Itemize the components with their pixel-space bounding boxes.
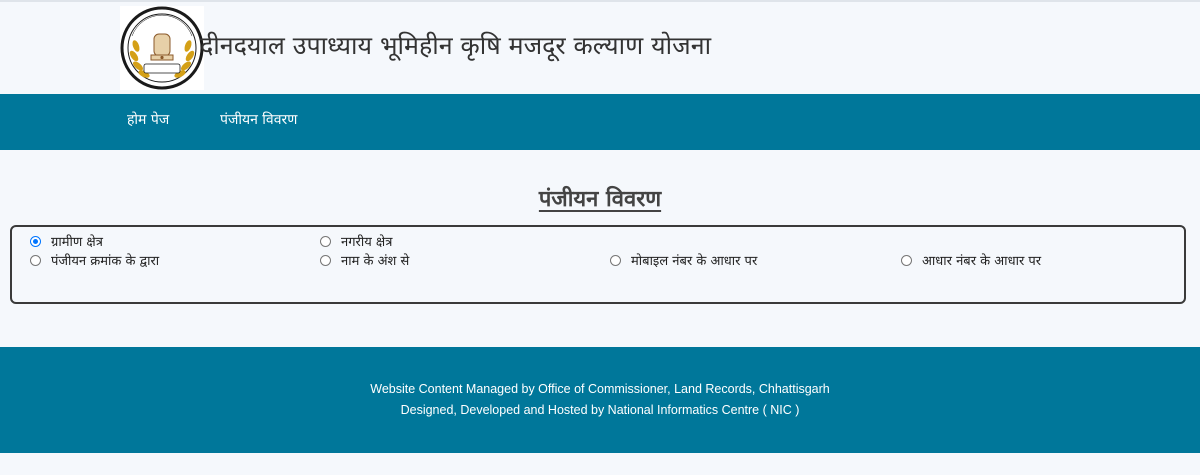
nav-registration-details[interactable]: पंजीयन विवरण [220,110,297,129]
site-logo[interactable] [120,6,204,90]
footer: Website Content Managed by Office of Com… [0,347,1200,453]
radio-urban-area[interactable] [320,235,331,247]
option-by-mobile-number-label: मोबाइल नंबर के आधार पर [631,254,758,269]
radio-by-name-part[interactable] [320,254,331,266]
option-by-registration-number[interactable]: पंजीयन क्रमांक के द्वारा [30,251,159,269]
radio-rural-area[interactable] [30,235,41,247]
main-navbar: होम पेज पंजीयन विवरण [0,94,1200,150]
option-by-name-part[interactable]: नाम के अंश से [320,251,409,269]
nav-home[interactable]: होम पेज [127,110,169,129]
option-by-mobile-number[interactable]: मोबाइल नंबर के आधार पर [610,251,757,269]
option-by-registration-number-label: पंजीयन क्रमांक के द्वारा [51,254,160,269]
search-options-panel: ग्रामीण क्षेत्र नगरीय क्षेत्र पंजीयन क्र… [10,225,1186,304]
option-urban-area[interactable]: नगरीय क्षेत्र [320,232,392,250]
footer-developed-by: Designed, Developed and Hosted by Nation… [400,403,800,417]
option-urban-area-label: नगरीय क्षेत्र [341,235,393,250]
option-rural-area-label: ग्रामीण क्षेत्र [51,235,103,250]
option-by-aadhaar-number-label: आधार नंबर के आधार पर [922,254,1042,269]
radio-by-aadhaar-number[interactable] [901,254,912,266]
state-emblem-icon [120,6,204,90]
page-heading: पंजीयन विवरण [538,186,662,212]
page: दीनदयाल उपाध्याय भूमिहीन कृषि मजदूर कल्य… [0,0,1200,475]
radio-by-mobile-number[interactable] [610,254,621,266]
option-by-name-part-label: नाम के अंश से [341,254,410,269]
header: दीनदयाल उपाध्याय भूमिहीन कृषि मजदूर कल्य… [0,2,1200,94]
radio-by-registration-number[interactable] [30,254,41,266]
option-rural-area[interactable]: ग्रामीण क्षेत्र [30,232,103,250]
option-by-aadhaar-number[interactable]: आधार नंबर के आधार पर [901,251,1041,269]
footer-content-managed: Website Content Managed by Office of Com… [370,382,830,396]
site-title: दीनदयाल उपाध्याय भूमिहीन कृषि मजदूर कल्य… [200,31,712,60]
